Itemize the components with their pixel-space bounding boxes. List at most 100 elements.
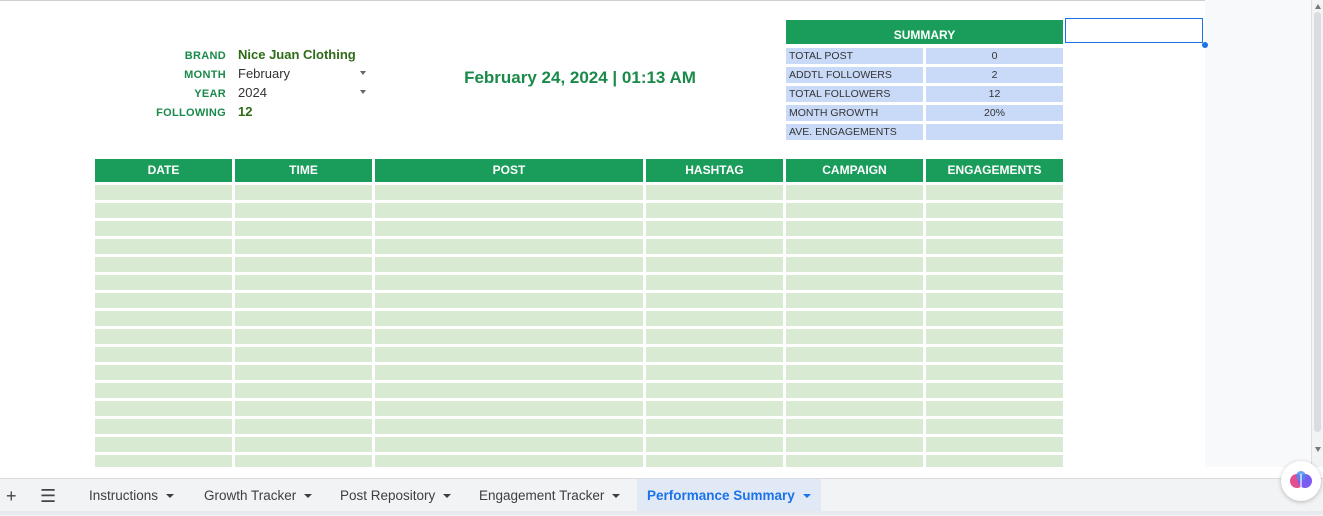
table-cell[interactable] (375, 185, 643, 200)
table-cell[interactable] (95, 293, 232, 308)
table-cell[interactable] (375, 365, 643, 380)
table-cell[interactable] (646, 347, 783, 362)
vertical-scrollbar[interactable] (1311, 0, 1323, 467)
table-cell[interactable] (95, 275, 232, 290)
table-cell[interactable] (375, 221, 643, 236)
table-cell[interactable] (235, 275, 372, 290)
following-value[interactable]: 12 (238, 104, 252, 119)
table-cell[interactable] (926, 419, 1063, 434)
scrollbar-thumb[interactable] (1314, 12, 1321, 432)
column-header-campaign[interactable]: CAMPAIGN (786, 159, 923, 182)
table-cell[interactable] (646, 455, 783, 467)
table-cell[interactable] (926, 329, 1063, 344)
menu-icon[interactable]: ☰ (40, 479, 56, 513)
tab-engagement-tracker[interactable]: Engagement Tracker (479, 479, 621, 513)
table-cell[interactable] (235, 257, 372, 272)
table-cell[interactable] (646, 383, 783, 398)
table-cell[interactable] (646, 203, 783, 218)
table-cell[interactable] (786, 185, 923, 200)
table-cell[interactable] (95, 239, 232, 254)
table-cell[interactable] (235, 437, 372, 452)
table-cell[interactable] (786, 329, 923, 344)
table-cell[interactable] (646, 419, 783, 434)
table-cell[interactable] (646, 365, 783, 380)
table-cell[interactable] (646, 221, 783, 236)
table-cell[interactable] (926, 401, 1063, 416)
table-cell[interactable] (926, 455, 1063, 467)
table-cell[interactable] (646, 257, 783, 272)
fill-handle[interactable] (1202, 42, 1208, 48)
table-cell[interactable] (786, 437, 923, 452)
selected-cell[interactable] (1065, 18, 1203, 43)
month-dropdown-arrow-icon[interactable] (360, 71, 366, 75)
table-cell[interactable] (926, 293, 1063, 308)
table-cell[interactable] (235, 221, 372, 236)
table-cell[interactable] (646, 275, 783, 290)
table-cell[interactable] (375, 293, 643, 308)
table-cell[interactable] (235, 239, 372, 254)
table-cell[interactable] (235, 293, 372, 308)
summary-value-addtl-followers[interactable]: 2 (926, 67, 1063, 83)
table-cell[interactable] (786, 347, 923, 362)
column-header-engagements[interactable]: ENGAGEMENTS (926, 159, 1063, 182)
tab-caret-icon[interactable] (802, 494, 811, 499)
table-cell[interactable] (926, 347, 1063, 362)
table-cell[interactable] (926, 257, 1063, 272)
table-cell[interactable] (786, 401, 923, 416)
table-cell[interactable] (646, 437, 783, 452)
table-cell[interactable] (786, 239, 923, 254)
table-cell[interactable] (235, 365, 372, 380)
table-cell[interactable] (926, 383, 1063, 398)
table-cell[interactable] (375, 401, 643, 416)
table-cell[interactable] (95, 455, 232, 467)
summary-value-total-followers[interactable]: 12 (926, 86, 1063, 102)
table-cell[interactable] (646, 293, 783, 308)
table-cell[interactable] (926, 221, 1063, 236)
table-cell[interactable] (646, 329, 783, 344)
table-cell[interactable] (926, 365, 1063, 380)
table-cell[interactable] (375, 311, 643, 326)
table-cell[interactable] (235, 347, 372, 362)
table-cell[interactable] (95, 347, 232, 362)
tab-caret-icon[interactable] (304, 494, 313, 499)
column-header-hashtag[interactable]: HASHTAG (646, 159, 783, 182)
column-header-post[interactable]: POST (375, 159, 643, 182)
column-header-time[interactable]: TIME (235, 159, 372, 182)
table-cell[interactable] (786, 293, 923, 308)
table-cell[interactable] (95, 383, 232, 398)
table-cell[interactable] (375, 419, 643, 434)
table-cell[interactable] (235, 455, 372, 467)
table-cell[interactable] (375, 347, 643, 362)
table-cell[interactable] (235, 383, 372, 398)
table-cell[interactable] (786, 365, 923, 380)
tab-caret-icon[interactable] (612, 494, 621, 499)
table-cell[interactable] (375, 239, 643, 254)
table-cell[interactable] (95, 185, 232, 200)
tab-post-repository[interactable]: Post Repository (340, 479, 452, 513)
tab-performance-summary[interactable]: Performance Summary (637, 479, 821, 513)
table-cell[interactable] (95, 401, 232, 416)
year-select[interactable]: 2024 (238, 85, 267, 100)
brand-value[interactable]: Nice Juan Clothing (238, 47, 356, 62)
summary-value-total-post[interactable]: 0 (926, 48, 1063, 64)
table-cell[interactable] (95, 203, 232, 218)
table-cell[interactable] (95, 221, 232, 236)
table-cell[interactable] (235, 311, 372, 326)
table-cell[interactable] (95, 311, 232, 326)
year-dropdown-arrow-icon[interactable] (360, 90, 366, 94)
table-cell[interactable] (926, 239, 1063, 254)
column-header-date[interactable]: DATE (95, 159, 232, 182)
table-cell[interactable] (786, 419, 923, 434)
table-cell[interactable] (926, 203, 1063, 218)
table-cell[interactable] (786, 383, 923, 398)
scroll-up-arrow-icon[interactable] (1315, 4, 1321, 9)
table-cell[interactable] (95, 419, 232, 434)
table-cell[interactable] (235, 401, 372, 416)
scroll-down-arrow-icon[interactable] (1315, 447, 1321, 452)
table-cell[interactable] (646, 239, 783, 254)
plus-icon[interactable]: + (6, 479, 17, 513)
table-cell[interactable] (95, 365, 232, 380)
table-cell[interactable] (235, 203, 372, 218)
table-cell[interactable] (786, 257, 923, 272)
month-select[interactable]: February (238, 66, 290, 81)
